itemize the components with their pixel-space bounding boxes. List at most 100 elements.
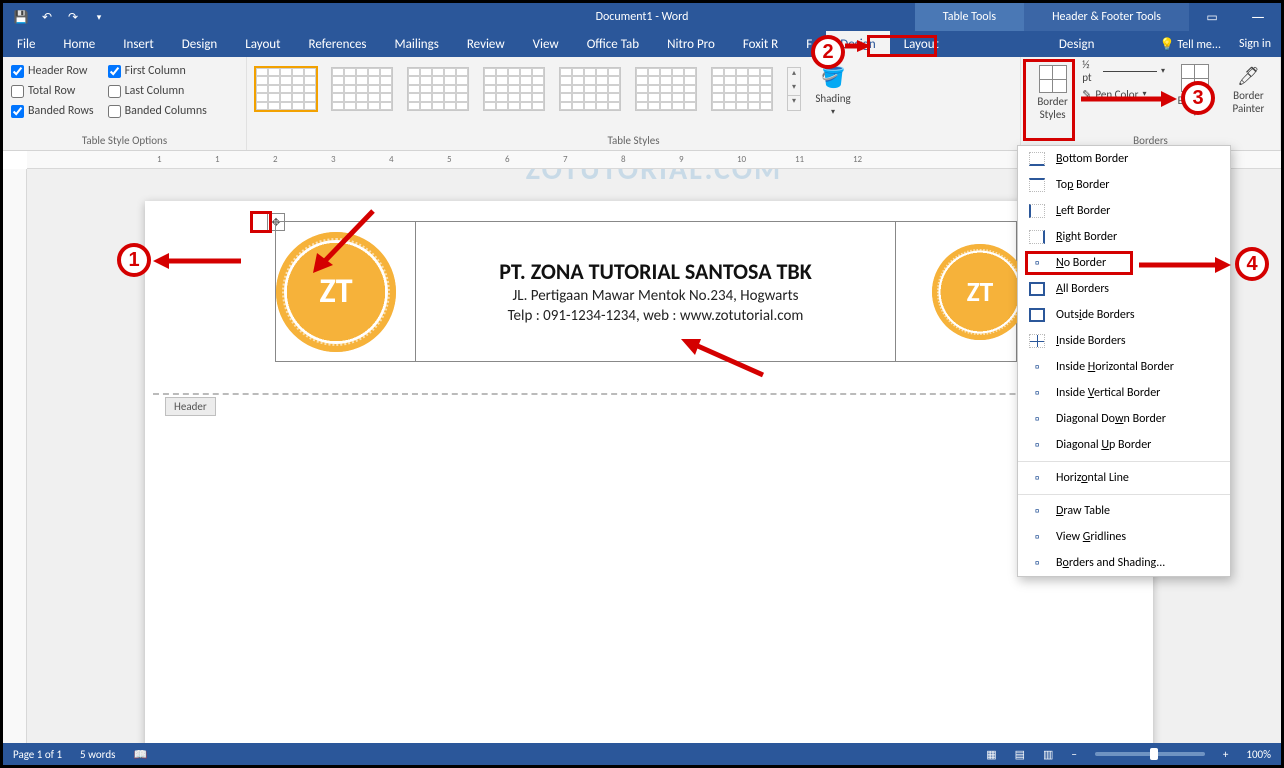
context-tab-header-footer-tools: Header & Footer Tools: [1024, 3, 1189, 31]
watermark: ZOTUTORIAL.COM: [526, 169, 782, 188]
check-first-col[interactable]: First Column: [108, 61, 207, 81]
callout-2: 2: [811, 35, 845, 69]
zoom-level[interactable]: 100%: [1246, 748, 1271, 761]
group-table-style-options: Table Style Options: [11, 134, 238, 150]
arrow-1: [151, 247, 251, 277]
arrow-1b: [303, 203, 383, 283]
save-icon[interactable]: 💾: [9, 5, 33, 29]
callout-4: 4: [1235, 247, 1269, 281]
arrow-2: [843, 39, 873, 53]
check-header-row[interactable]: Header Row: [11, 61, 94, 81]
tab-foxit[interactable]: Foxit R: [729, 31, 792, 57]
view-web-icon[interactable]: ▥: [1043, 748, 1053, 761]
title-bar: 💾 ↶ ↷ ▾ Document1 - Word Table Tools Hea…: [3, 3, 1281, 31]
page[interactable]: ✥ ZT PT. ZONA TUTORIAL SANTOSA TBK JL. P…: [145, 201, 1153, 743]
company-address: JL. Pertigaan Mawar Mentok No.234, Hogwa…: [428, 287, 883, 305]
group-table-styles: Table Styles: [255, 134, 1012, 150]
table-style-thumb[interactable]: [407, 67, 469, 111]
header-tag: Header: [165, 397, 216, 416]
tab-file[interactable]: File: [3, 31, 49, 57]
ribbon-display-icon[interactable]: ▭: [1189, 3, 1235, 31]
status-page[interactable]: Page 1 of 1: [13, 748, 62, 761]
ruler-vertical[interactable]: [3, 169, 27, 743]
header-boundary: [153, 393, 1145, 395]
arrow-center: [673, 333, 773, 383]
zoom-slider[interactable]: [1095, 752, 1205, 756]
tab-view[interactable]: View: [519, 31, 573, 57]
table-style-thumb[interactable]: [331, 67, 393, 111]
border-menu-item[interactable]: ▫View Gridlines: [1018, 524, 1230, 550]
border-menu-item[interactable]: ▫Draw Table: [1018, 498, 1230, 524]
tab-hf-design[interactable]: Design: [1045, 31, 1108, 57]
undo-icon[interactable]: ↶: [35, 5, 59, 29]
tab-review[interactable]: Review: [453, 31, 519, 57]
redo-icon[interactable]: ↷: [61, 5, 85, 29]
arrow-3: [1079, 89, 1179, 109]
sign-in-link[interactable]: Sign in: [1239, 37, 1271, 51]
tab-nitro-pro[interactable]: Nitro Pro: [653, 31, 729, 57]
table-style-thumb[interactable]: [559, 67, 621, 111]
arrow-4: [1137, 255, 1233, 275]
minimize-icon[interactable]: —: [1235, 3, 1281, 31]
tab-home[interactable]: Home: [49, 31, 109, 57]
logo-badge: ZT: [932, 244, 1028, 340]
border-menu-item[interactable]: ▫Borders and Shading...: [1018, 550, 1230, 576]
zoom-in-icon[interactable]: +: [1223, 748, 1228, 761]
shading-button[interactable]: 🪣 Shading▾: [807, 61, 859, 117]
table-styles-gallery[interactable]: ▴▾▾: [255, 61, 801, 111]
view-read-icon[interactable]: ▦: [986, 748, 996, 761]
tab-office-tab[interactable]: Office Tab: [573, 31, 653, 57]
border-menu-item[interactable]: ▫Diagonal Up Border: [1018, 432, 1230, 458]
company-name: PT. ZONA TUTORIAL SANTOSA TBK: [428, 258, 883, 285]
view-print-icon[interactable]: ▤: [1015, 748, 1025, 761]
check-last-col[interactable]: Last Column: [108, 81, 207, 101]
callout-3: 3: [1181, 81, 1215, 115]
header-table[interactable]: ZT PT. ZONA TUTORIAL SANTOSA TBK JL. Per…: [275, 221, 1017, 362]
tab-mailings[interactable]: Mailings: [381, 31, 453, 57]
annotation-box-borders-button: [1023, 59, 1075, 141]
borders-dropdown: Bottom BorderTop BorderLeft BorderRight …: [1017, 145, 1231, 577]
quick-access-toolbar: 💾 ↶ ↷ ▾: [3, 5, 111, 29]
pen-weight[interactable]: ½ pt▾: [1082, 61, 1165, 81]
tell-me[interactable]: 💡 Tell me...: [1160, 37, 1221, 52]
painter-icon: 🖊: [1237, 65, 1260, 87]
gallery-more-icon[interactable]: ▴▾▾: [787, 67, 801, 111]
border-menu-item[interactable]: Inside Borders: [1018, 328, 1230, 354]
tab-references[interactable]: References: [295, 31, 381, 57]
border-menu-item[interactable]: ▫Inside Horizontal Border: [1018, 354, 1230, 380]
check-banded-rows[interactable]: Banded Rows: [11, 101, 94, 121]
annotation-box-design-tab: [867, 35, 937, 57]
tab-layout[interactable]: Layout: [231, 31, 294, 57]
border-menu-item[interactable]: ▫Horizontal Line: [1018, 465, 1230, 491]
zoom-out-icon[interactable]: −: [1071, 748, 1076, 761]
ribbon-tabs: File Home Insert Design Layout Reference…: [3, 31, 1281, 57]
context-tab-table-tools: Table Tools: [915, 3, 1024, 31]
border-menu-item[interactable]: ▫Inside Vertical Border: [1018, 380, 1230, 406]
border-menu-item[interactable]: ▫Diagonal Down Border: [1018, 406, 1230, 432]
border-menu-item[interactable]: Right Border: [1018, 224, 1230, 250]
border-menu-item[interactable]: Left Border: [1018, 198, 1230, 224]
border-menu-item[interactable]: Top Border: [1018, 172, 1230, 198]
logo-cell-right[interactable]: ZT: [896, 222, 1017, 362]
company-contact: Telp : 091-1234-1234, web : www.zotutori…: [428, 307, 883, 325]
table-style-thumb[interactable]: [255, 67, 317, 111]
check-banded-cols[interactable]: Banded Columns: [108, 101, 207, 121]
qat-more-icon[interactable]: ▾: [87, 5, 111, 29]
table-style-thumb[interactable]: [635, 67, 697, 111]
callout-1: 1: [117, 243, 151, 277]
check-total-row[interactable]: Total Row: [11, 81, 94, 101]
status-proofing-icon[interactable]: 📖: [133, 748, 147, 761]
border-menu-item[interactable]: All Borders: [1018, 276, 1230, 302]
table-style-thumb[interactable]: [711, 67, 773, 111]
annotation-box-no-border: [1025, 251, 1133, 275]
tab-design[interactable]: Design: [168, 31, 231, 57]
company-text-cell[interactable]: PT. ZONA TUTORIAL SANTOSA TBK JL. Pertig…: [416, 222, 896, 362]
status-words[interactable]: 5 words: [80, 748, 115, 761]
border-painter-button[interactable]: 🖊 Border Painter: [1225, 61, 1272, 115]
border-menu-item[interactable]: Outside Borders: [1018, 302, 1230, 328]
border-menu-item[interactable]: Bottom Border: [1018, 146, 1230, 172]
tab-insert[interactable]: Insert: [109, 31, 168, 57]
table-style-thumb[interactable]: [483, 67, 545, 111]
window-title: Document1 - Word: [596, 10, 689, 24]
status-bar: Page 1 of 1 5 words 📖 ▦ ▤ ▥ − + 100%: [3, 743, 1281, 765]
